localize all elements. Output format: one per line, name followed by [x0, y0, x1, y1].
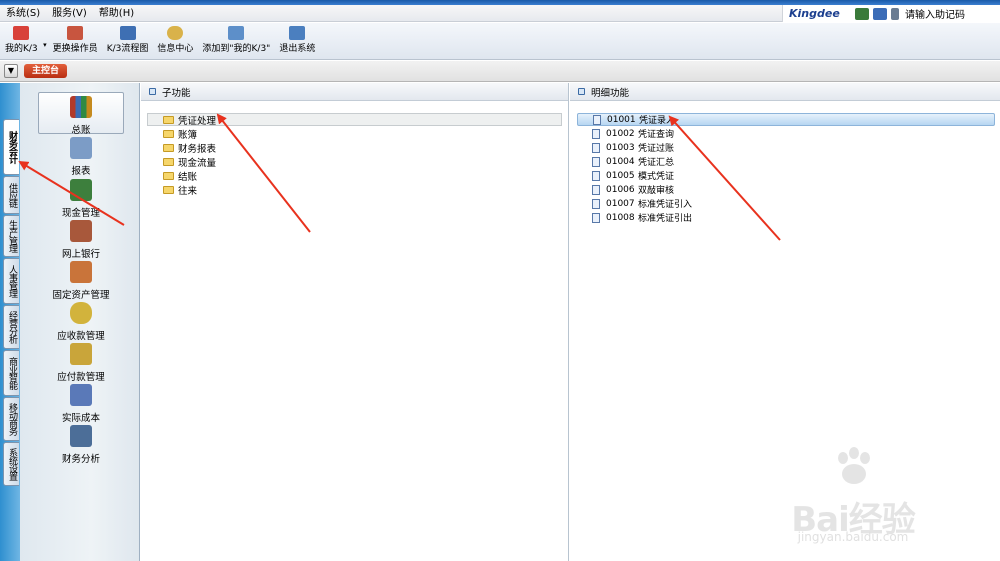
- module-general-ledger[interactable]: 总账: [38, 92, 124, 136]
- phone-icon[interactable]: [891, 7, 899, 20]
- sidetab-hr[interactable]: 人事管理: [3, 258, 19, 304]
- payment-icon: [70, 343, 92, 365]
- sidetab-mobile[interactable]: 移动商务: [3, 397, 19, 441]
- sidetab-business-analysis[interactable]: 经营分析: [3, 305, 19, 349]
- function-row-standard-import[interactable]: 01007 标准凭证引入: [577, 197, 692, 210]
- document-icon: [592, 212, 600, 223]
- document-icon: [593, 114, 601, 125]
- tab-main-console[interactable]: 主控台: [24, 64, 68, 78]
- money-bag-icon: [70, 302, 92, 324]
- module-payables[interactable]: 应付款管理: [38, 343, 124, 383]
- vertical-category-tabs: 财务会计 供应链 生产管理 人事管理 经营分析 商业智能 移动商务 系统设置: [0, 83, 20, 561]
- sidetab-bi[interactable]: 商业智能: [3, 350, 19, 396]
- tree-item-financial-reports[interactable]: 财务报表: [163, 141, 216, 155]
- info-center-button[interactable]: 信息中心: [154, 23, 196, 55]
- menu-help[interactable]: 帮助(H): [93, 5, 140, 22]
- subfunction-panel: 子功能 凭证处理 账簿 财务报表 现金流量 结账 往来: [141, 83, 569, 561]
- tree-item-voucher-processing[interactable]: 凭证处理: [147, 113, 562, 127]
- paw-icon: [838, 447, 870, 484]
- exit-system-button[interactable]: 退出系统: [276, 23, 318, 55]
- folder-icon: [163, 143, 174, 152]
- function-row-template-voucher[interactable]: 01005 模式凭证: [577, 169, 674, 182]
- brand-area: Kingdee 请输入助记码: [782, 5, 1000, 22]
- toolbar: 我的K/3 ▾ 更换操作员 K/3流程图 信息中心 添加到"我的K/3" 退出系…: [0, 23, 1000, 60]
- collapse-icon[interactable]: [149, 88, 156, 95]
- function-row-double-audit[interactable]: 01006 双敲审核: [577, 183, 674, 196]
- collapse-icon[interactable]: [578, 88, 585, 95]
- menu-system[interactable]: 系统(S): [0, 5, 46, 22]
- bank-icon: [70, 220, 92, 242]
- truck-icon: [70, 261, 92, 283]
- user-switch-icon: [67, 26, 84, 40]
- document-icon: [592, 142, 600, 153]
- cost-icon: [70, 384, 92, 406]
- function-row-voucher-entry[interactable]: 01001 凭证录入: [577, 113, 995, 126]
- analysis-icon: [70, 425, 92, 447]
- my-k3-button[interactable]: 我的K/3 ▾: [2, 23, 47, 55]
- chevron-down-icon[interactable]: ▾: [43, 41, 47, 49]
- function-row-standard-export[interactable]: 01008 标准凭证引出: [577, 211, 692, 224]
- exit-icon: [289, 26, 306, 40]
- module-financial-analysis[interactable]: 财务分析: [38, 425, 124, 465]
- function-row-voucher-query[interactable]: 01002 凭证查询: [577, 127, 674, 140]
- chat-icon: [167, 26, 184, 40]
- function-row-voucher-summary[interactable]: 01004 凭证汇总: [577, 155, 674, 168]
- sidetab-settings[interactable]: 系统设置: [3, 442, 19, 486]
- detail-header: 明细功能: [570, 83, 1000, 101]
- module-reports[interactable]: 报表: [38, 137, 124, 177]
- cash-icon: [70, 179, 92, 201]
- document-icon: [592, 184, 600, 195]
- watermark-url: jingyan.baidu.com: [797, 530, 909, 544]
- module-fixed-assets[interactable]: 固定资产管理: [38, 261, 124, 301]
- module-actual-cost[interactable]: 实际成本: [38, 384, 124, 424]
- add-to-my-k3-button[interactable]: 添加到"我的K/3": [199, 23, 273, 55]
- sidetab-finance[interactable]: 财务会计: [3, 119, 19, 175]
- document-icon: [592, 156, 600, 167]
- module-cash[interactable]: 现金管理: [38, 179, 124, 219]
- folder-icon: [163, 185, 174, 194]
- tab-dropdown-button[interactable]: ▼: [4, 64, 18, 78]
- folder-icon: [163, 171, 174, 180]
- folder-icon: [163, 115, 174, 124]
- sidetab-production[interactable]: 生产管理: [3, 215, 19, 257]
- switch-operator-button[interactable]: 更换操作员: [50, 23, 101, 55]
- folder-icon: [163, 129, 174, 138]
- flowchart-icon: [119, 26, 136, 40]
- document-icon: [592, 128, 600, 139]
- mnemonic-search-input[interactable]: 请输入助记码: [905, 6, 965, 21]
- tree-item-cash-flow[interactable]: 现金流量: [163, 155, 216, 169]
- tab-strip: ▼ 主控台: [0, 61, 1000, 82]
- tree-item-closing[interactable]: 结账: [163, 169, 197, 183]
- flowchart-button[interactable]: K/3流程图: [104, 23, 152, 55]
- window-icon[interactable]: [873, 7, 887, 20]
- subfunction-header: 子功能: [141, 83, 568, 101]
- tree-item-transactions[interactable]: 往来: [163, 183, 197, 197]
- sidetab-supply-chain[interactable]: 供应链: [3, 176, 19, 214]
- function-row-voucher-posting[interactable]: 01003 凭证过账: [577, 141, 674, 154]
- folder-icon: [163, 157, 174, 166]
- books-icon: [70, 96, 92, 118]
- tree-icon[interactable]: [855, 7, 869, 20]
- baidu-watermark: Bai经验 jingyan.baidu.com: [758, 446, 948, 544]
- document-icon: [592, 198, 600, 209]
- star-icon: [13, 26, 30, 40]
- tree-item-ledger[interactable]: 账簿: [163, 127, 197, 141]
- module-online-banking[interactable]: 网上银行: [38, 220, 124, 260]
- document-icon: [592, 170, 600, 181]
- module-receivables[interactable]: 应收款管理: [38, 302, 124, 342]
- kingdee-logo: Kingdee: [789, 7, 840, 20]
- add-favorite-icon: [228, 26, 245, 40]
- menu-service[interactable]: 服务(V): [46, 5, 93, 22]
- menu-bar: 系统(S) 服务(V) 帮助(H) Kingdee 请输入助记码: [0, 5, 1000, 22]
- module-pane: 总账 报表 现金管理 网上银行 固定资产管理 应收款管理 应付款管理 实际成本 …: [20, 83, 140, 561]
- report-icon: [70, 137, 92, 159]
